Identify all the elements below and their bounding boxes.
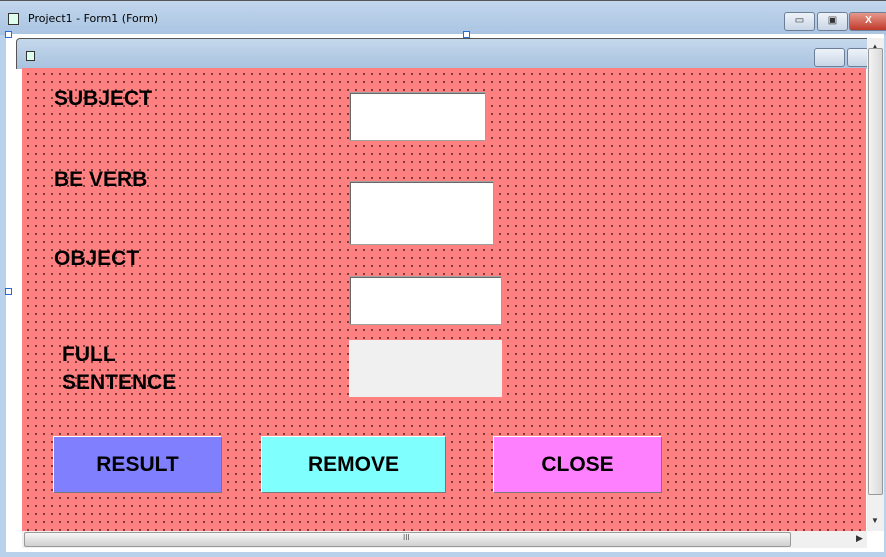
object-label: OBJECT bbox=[54, 247, 140, 270]
horizontal-scrollbar[interactable]: III ▶ bbox=[22, 531, 867, 548]
minimize-icon: ▭ bbox=[794, 15, 805, 26]
close-button[interactable]: CLOSE bbox=[493, 436, 662, 493]
close-window-button[interactable]: X bbox=[849, 12, 886, 31]
form-minimize-button[interactable] bbox=[814, 48, 845, 67]
resize-handle[interactable] bbox=[463, 31, 470, 38]
resize-handle[interactable] bbox=[5, 288, 12, 295]
subject-label: SUBJECT bbox=[54, 87, 153, 110]
full-label-line1: FULL bbox=[62, 343, 116, 366]
maximize-icon: ▣ bbox=[827, 15, 838, 26]
form-titlebar bbox=[16, 38, 869, 69]
be-verb-input[interactable] bbox=[349, 181, 494, 245]
form-maximize-button[interactable] bbox=[847, 48, 869, 67]
scroll-right-arrow-icon[interactable]: ▶ bbox=[856, 533, 863, 544]
grip-icon: III bbox=[403, 533, 410, 542]
window-title: Project1 - Form1 (Form) bbox=[28, 12, 159, 25]
maximize-button[interactable]: ▣ bbox=[817, 12, 848, 31]
window-titlebar: Project1 - Form1 (Form) ▭ ▣ X bbox=[0, 0, 886, 35]
close-icon: X bbox=[865, 15, 872, 26]
full-sentence-output[interactable] bbox=[349, 340, 502, 397]
app-icon bbox=[8, 13, 19, 25]
object-input[interactable] bbox=[349, 276, 502, 325]
be-verb-label: BE VERB bbox=[54, 168, 148, 191]
full-label-line2: SENTENCE bbox=[62, 371, 177, 394]
minimize-button[interactable]: ▭ bbox=[784, 12, 815, 31]
scroll-down-arrow-icon[interactable]: ▼ bbox=[871, 516, 879, 525]
vertical-scrollbar[interactable]: ▲ ▼ bbox=[867, 38, 884, 531]
vertical-scroll-thumb[interactable] bbox=[868, 48, 883, 495]
full-sentence-label: FULL SENTENCE bbox=[62, 341, 176, 397]
remove-button[interactable]: REMOVE bbox=[261, 436, 446, 493]
resize-handle[interactable] bbox=[5, 31, 12, 38]
form-icon bbox=[26, 51, 35, 61]
subject-input[interactable] bbox=[349, 92, 486, 141]
result-button[interactable]: RESULT bbox=[53, 436, 222, 493]
horizontal-scroll-thumb[interactable]: III bbox=[24, 532, 791, 547]
